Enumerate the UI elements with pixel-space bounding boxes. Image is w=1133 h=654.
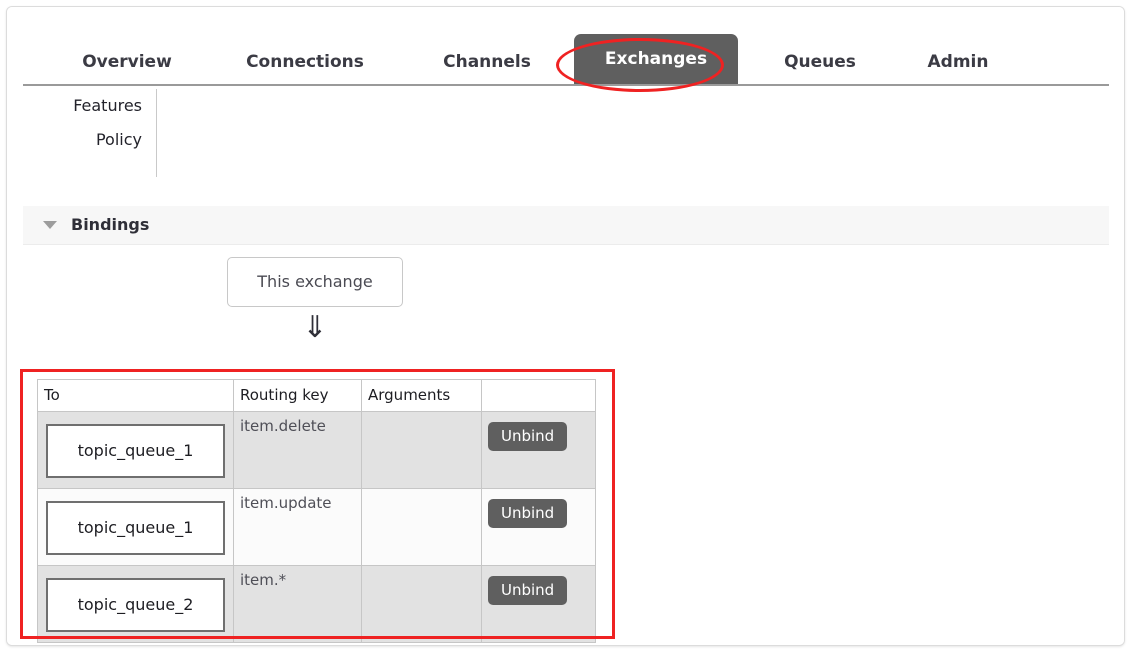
column-header-actions [481,379,596,412]
triangle-down-icon[interactable] [43,221,57,229]
column-header-arguments[interactable]: Arguments [361,379,482,412]
table-header-row: To Routing key Arguments [37,379,596,412]
cell-routing-key: item.update [233,488,362,566]
cell-to: topic_queue_1 [37,411,234,489]
table-row: topic_queue_1 item.update Unbind [37,488,596,566]
bindings-table: To Routing key Arguments topic_queue_1 i… [37,379,596,643]
column-header-routing-key[interactable]: Routing key [233,379,362,412]
tab-queues[interactable]: Queues [759,40,881,85]
routing-key-value: item.* [240,571,287,589]
tab-connections[interactable]: Connections [219,40,391,85]
unbind-button[interactable]: Unbind [488,422,568,451]
tab-overview[interactable]: Overview [57,40,197,85]
cell-arguments [361,488,482,566]
bindings-section-header[interactable]: Bindings [23,206,1109,245]
subnav-item-features[interactable]: Features [23,89,156,123]
exchange-subnav: Features Policy [23,89,157,177]
bindings-section-title: Bindings [71,215,150,234]
this-exchange-box: This exchange [227,257,403,307]
cell-routing-key: item.* [233,565,362,643]
tab-channels[interactable]: Channels [419,40,555,85]
cell-to: topic_queue_2 [37,565,234,643]
table-row: topic_queue_1 item.delete Unbind [37,411,596,489]
page-body: Overview Connections Channels Exchanges Queu… [7,7,1124,645]
double-down-arrow-icon: ⇓ [302,310,328,345]
tab-exchanges[interactable]: Exchanges [574,34,738,85]
queue-link[interactable]: topic_queue_1 [46,501,225,555]
cell-actions: Unbind [481,411,596,489]
queue-link[interactable]: topic_queue_1 [46,424,225,478]
routing-key-value: item.update [240,494,332,512]
cell-arguments [361,565,482,643]
cell-arguments [361,411,482,489]
cell-actions: Unbind [481,565,596,643]
unbind-button[interactable]: Unbind [488,576,568,605]
table-row: topic_queue_2 item.* Unbind [37,565,596,643]
app-window: Overview Connections Channels Exchanges Queu… [6,6,1125,646]
cell-actions: Unbind [481,488,596,566]
column-header-to[interactable]: To [37,379,234,412]
main-tab-bar: Overview Connections Channels Exchanges Queu… [23,29,1109,85]
cell-routing-key: item.delete [233,411,362,489]
tab-admin[interactable]: Admin [903,40,1013,85]
cell-to: topic_queue_1 [37,488,234,566]
queue-link[interactable]: topic_queue_2 [46,578,225,632]
unbind-button[interactable]: Unbind [488,499,568,528]
subnav-item-policy[interactable]: Policy [23,123,156,157]
routing-key-value: item.delete [240,417,326,435]
tab-bar-divider [23,84,1109,86]
